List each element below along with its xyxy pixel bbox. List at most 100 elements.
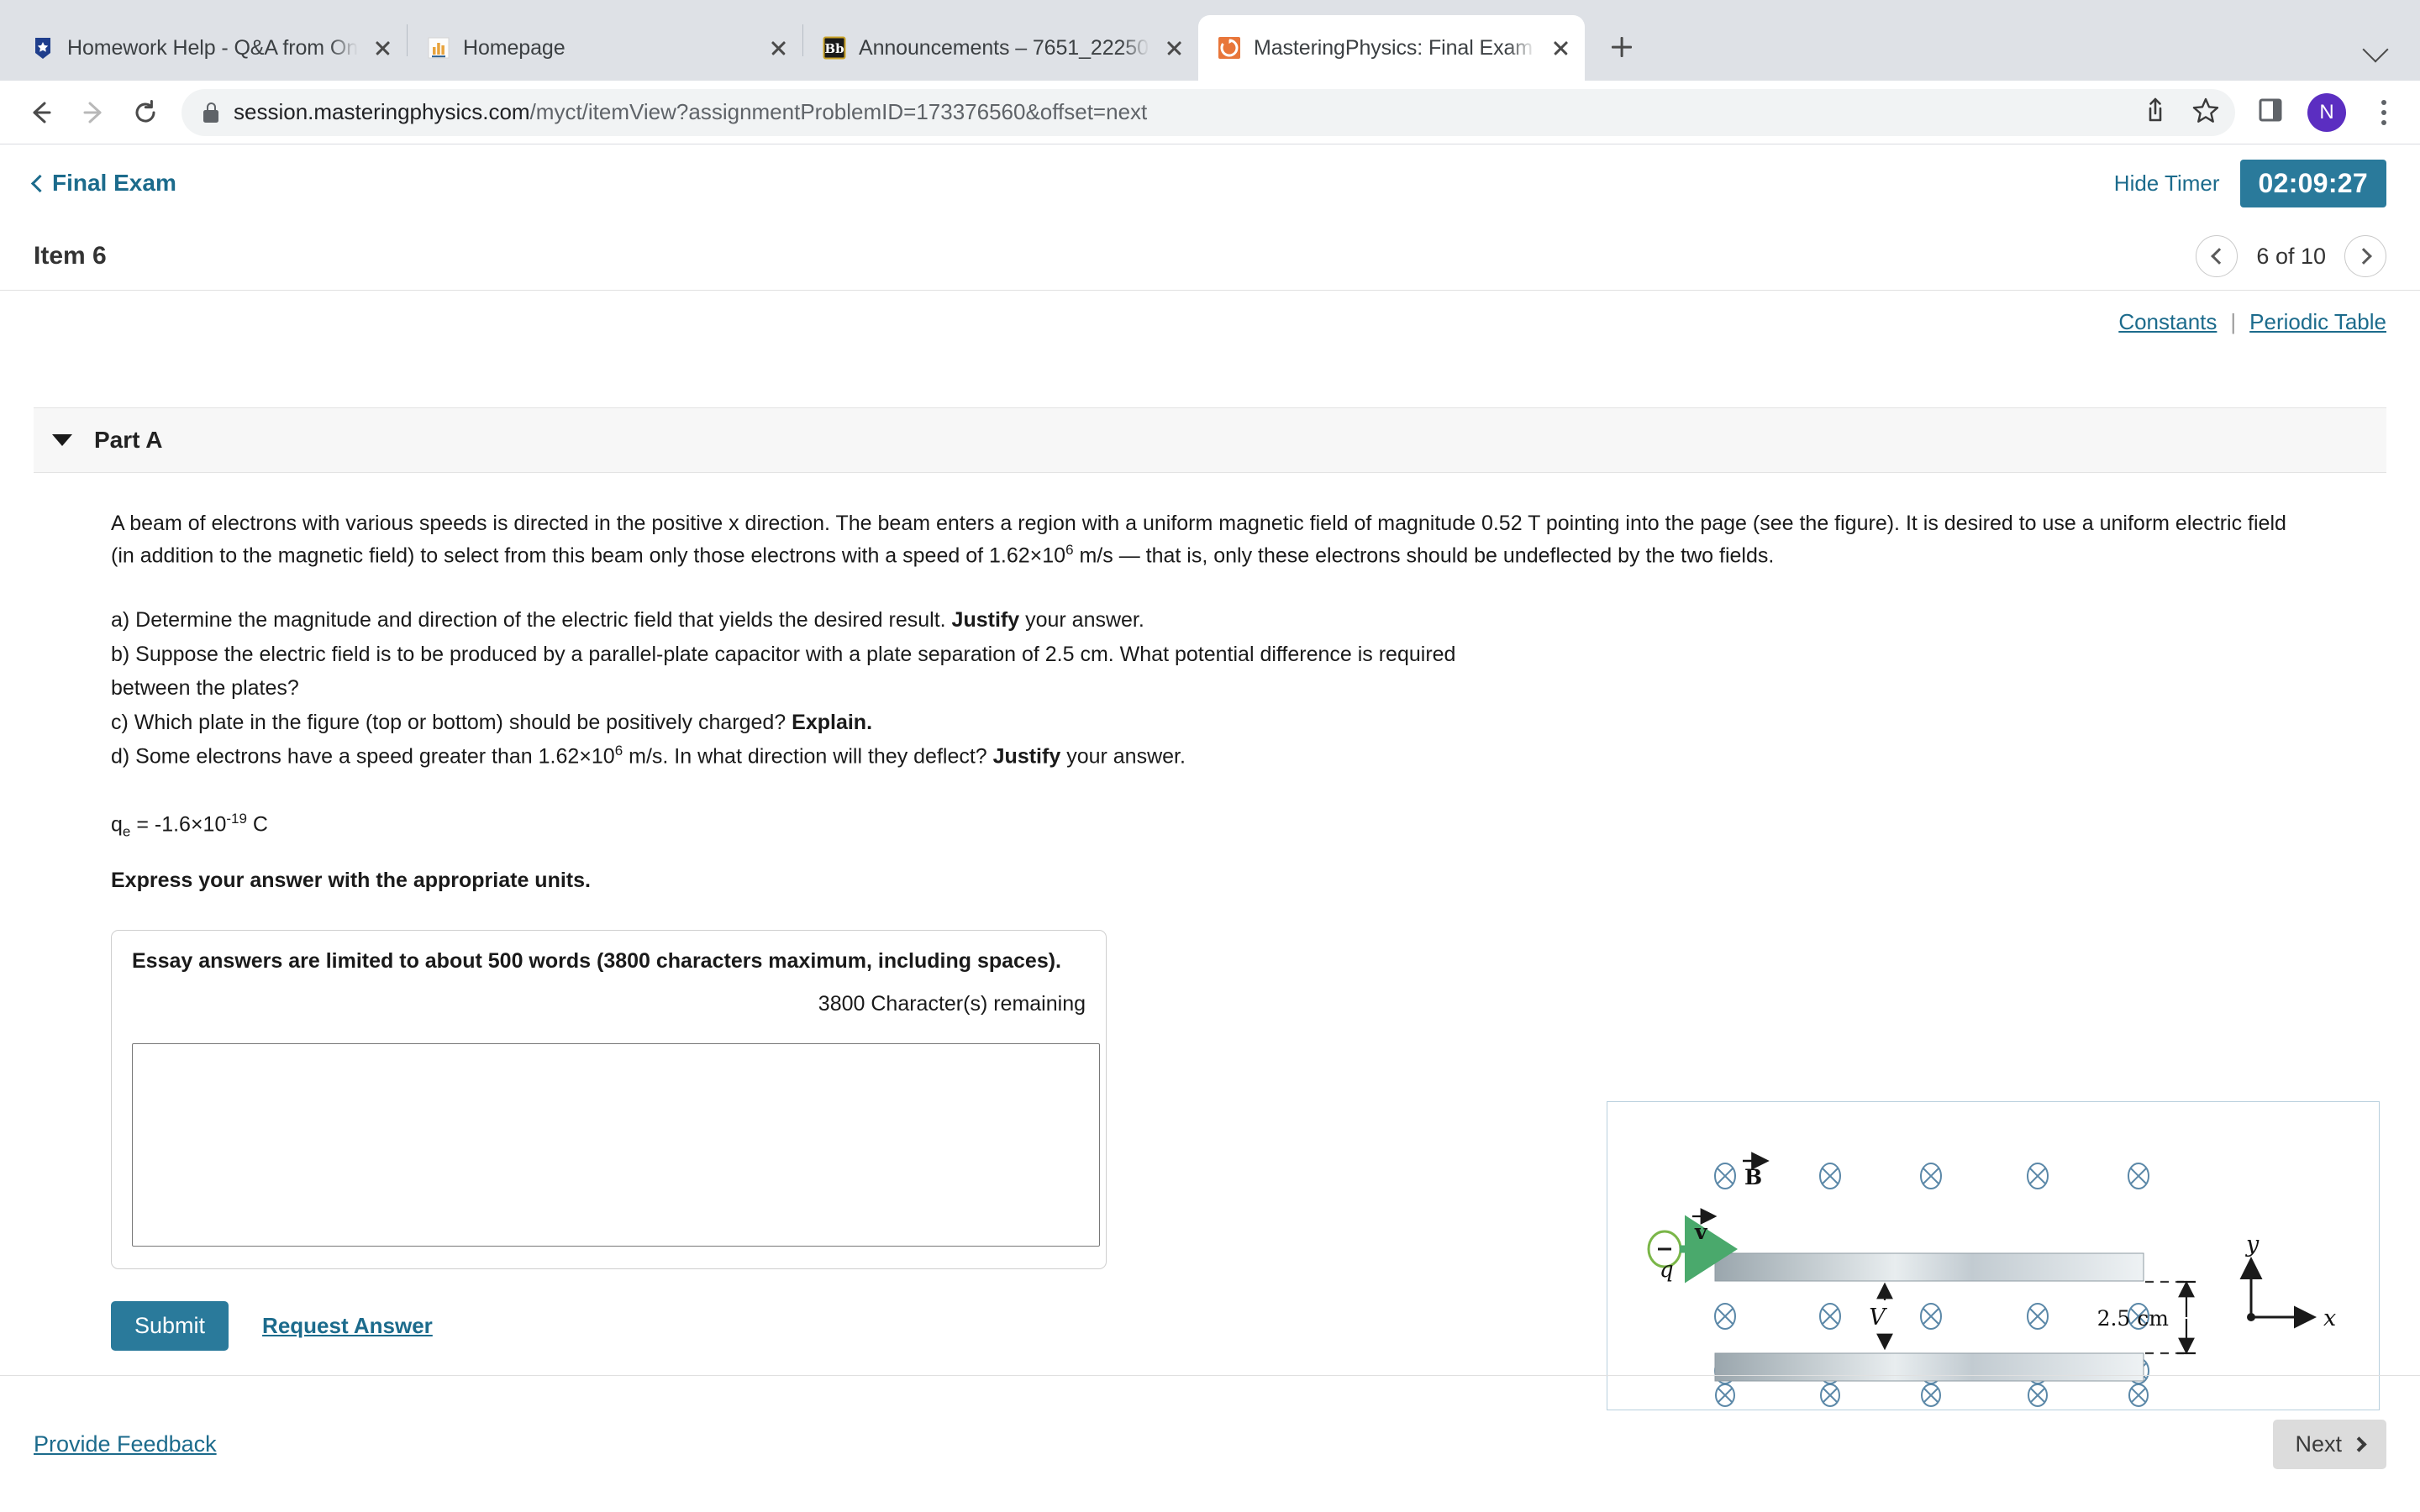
close-icon[interactable]	[765, 35, 791, 60]
chevron-left-icon	[2211, 248, 2228, 265]
sidepanel-icon[interactable]	[2257, 97, 2284, 128]
separation-label: 2.5 cm	[2097, 1306, 2170, 1331]
item-pager: 6 of 10	[2196, 222, 2386, 291]
subpart-d-text-end: your answer.	[1060, 744, 1186, 769]
mastering-physics-page: Final Exam Hide Timer 02:09:27 Item 6 6 …	[0, 144, 2420, 1469]
close-icon[interactable]	[1161, 35, 1186, 60]
back-link-label: Final Exam	[52, 170, 176, 196]
subpart-a: a) Determine the magnitude and direction…	[111, 603, 1512, 638]
browser-tab-1-title: Homework Help - Q&A from On	[67, 35, 358, 60]
mastering-physics-icon	[1217, 35, 1242, 60]
question-intro: A beam of electrons with various speeds …	[34, 473, 2353, 571]
close-icon[interactable]	[370, 35, 395, 60]
question-body: A beam of electrons with various speeds …	[0, 473, 2420, 1410]
physics-figure: B q v V 2.5 cm y x	[1607, 1101, 2380, 1410]
constants-link[interactable]: Constants	[2118, 309, 2217, 335]
axis-y-label: y	[2245, 1231, 2260, 1257]
characters-remaining: 3800 Character(s) remaining	[818, 992, 1086, 1016]
back-to-final-exam-link[interactable]: Final Exam	[30, 170, 176, 197]
constant-exponent: -19	[226, 811, 247, 827]
subpart-d-text: d) Some electrons have a speed greater t…	[111, 744, 615, 769]
chevron-left-icon	[30, 174, 50, 192]
question-subparts: a) Determine the magnitude and direction…	[34, 603, 1512, 774]
subpart-d: d) Some electrons have a speed greater t…	[111, 739, 1512, 774]
intro-2-exponent: 6	[1065, 542, 1074, 558]
question-intro-line-2: (in addition to the magnetic field) to s…	[111, 539, 2353, 571]
chevron-right-icon	[2354, 248, 2372, 265]
browser-tab-4-title: MasteringPhysics: Final Exam	[1254, 35, 1534, 60]
subpart-c: c) Which plate in the figure (top or bot…	[111, 706, 1512, 740]
physics-figure-svg: B q v V 2.5 cm y x	[1647, 1152, 2336, 1407]
constant-subscript: e	[122, 823, 131, 840]
browser-tab-1[interactable]: Homework Help - Q&A from On	[12, 15, 407, 81]
browser-tab-2-title: Homepage	[463, 35, 566, 60]
hide-timer-link[interactable]: Hide Timer	[2114, 171, 2220, 197]
part-a-header[interactable]: Part A	[34, 407, 2386, 473]
chevron-down-icon[interactable]	[2362, 36, 2389, 63]
pager-label: 6 of 10	[2256, 243, 2326, 269]
essay-answer-card: Essay answers are limited to about 500 w…	[111, 930, 1107, 1270]
provide-feedback-link[interactable]: Provide Feedback	[34, 1431, 217, 1457]
request-answer-link[interactable]: Request Answer	[262, 1313, 433, 1339]
exam-timer: 02:09:27	[2239, 159, 2386, 207]
capacitor-top-plate	[1714, 1252, 2144, 1282]
constant-unit: C	[246, 812, 268, 837]
item-subheader: Item 6 6 of 10	[0, 222, 2420, 291]
voltage-indicator: V	[1869, 1282, 1893, 1351]
subpart-b: b) Suppose the electric field is to be p…	[111, 638, 1512, 706]
constant-value: = -1.6×10	[130, 812, 227, 837]
essay-answer-textarea[interactable]	[132, 1043, 1100, 1247]
constant-symbol: q	[111, 812, 123, 837]
avatar[interactable]: N	[2307, 92, 2346, 132]
question-intro-line-1: A beam of electrons with various speeds …	[111, 512, 2286, 535]
exam-header: Final Exam Hide Timer 02:09:27	[0, 144, 2420, 222]
magnetic-field-symbols-row-2	[1714, 1303, 2149, 1330]
next-button[interactable]: Next	[2273, 1419, 2386, 1469]
svg-text:Bb: Bb	[824, 41, 844, 56]
magnetic-field-symbols-row-1	[1714, 1163, 2149, 1189]
subpart-a-text: a) Determine the magnitude and direction…	[111, 608, 952, 633]
chevron-right-icon	[2351, 1436, 2367, 1452]
plate-separation-dimension: 2.5 cm	[2097, 1280, 2196, 1355]
kebab-menu-icon[interactable]	[2370, 93, 2398, 132]
subpart-d-bold: Justify	[992, 744, 1061, 769]
next-item-button[interactable]	[2344, 235, 2386, 277]
back-button[interactable]	[15, 87, 67, 139]
address-bar-url: session.masteringphysics.com/myct/itemVi…	[234, 99, 2126, 125]
velocity-label: v	[1694, 1220, 1708, 1244]
express-answer-note: Express your answer with the appropriate…	[111, 869, 591, 893]
subpart-a-bold: Justify	[951, 608, 1020, 633]
browser-tab-3[interactable]: Bb Announcements – 7651_22250	[803, 15, 1198, 81]
share-icon[interactable]	[2141, 96, 2170, 129]
coordinate-axes: y x	[2239, 1231, 2336, 1331]
intro-2-post: m/s — that is, only these electrons shou…	[1073, 543, 1775, 568]
subpart-d-exponent: 6	[614, 743, 623, 759]
subpart-a-text-end: your answer.	[1019, 608, 1144, 633]
new-tab-button[interactable]	[1598, 24, 1645, 71]
lock-icon	[203, 102, 218, 123]
intro-2-pre: (in addition to the magnetic field) to s…	[111, 543, 1066, 568]
close-icon[interactable]	[1548, 35, 1573, 60]
browser-tab-3-title: Announcements – 7651_22250	[859, 35, 1149, 60]
blackboard-bb-icon: Bb	[822, 35, 847, 60]
voltage-label: V	[1869, 1305, 1887, 1331]
brainly-shield-icon	[30, 35, 55, 60]
essay-limit-note: Essay answers are limited to about 500 w…	[132, 949, 1062, 974]
browser-tab-4[interactable]: MasteringPhysics: Final Exam	[1198, 15, 1585, 81]
forward-button[interactable]	[67, 87, 119, 139]
charge-label: q	[1660, 1257, 1674, 1283]
reload-button[interactable]	[119, 87, 171, 139]
address-bar[interactable]: session.masteringphysics.com/myct/itemVi…	[182, 88, 2235, 136]
star-icon[interactable]	[2191, 96, 2220, 129]
axis-origin	[2247, 1313, 2255, 1321]
periodic-table-link[interactable]: Periodic Table	[2249, 309, 2386, 335]
browser-tab-2[interactable]: Homepage	[408, 15, 802, 81]
b-field-label: B	[1744, 1165, 1762, 1189]
url-path: /myct/itemView?assignmentProblemID=17337…	[529, 99, 1148, 124]
previous-item-button[interactable]	[2196, 235, 2238, 277]
submit-button[interactable]: Submit	[111, 1301, 229, 1352]
caret-down-icon[interactable]	[52, 434, 72, 446]
next-button-label: Next	[2295, 1431, 2342, 1457]
tools-row: Constants | Periodic Table	[0, 291, 2420, 335]
subpart-c-bold: Explain.	[792, 710, 873, 734]
